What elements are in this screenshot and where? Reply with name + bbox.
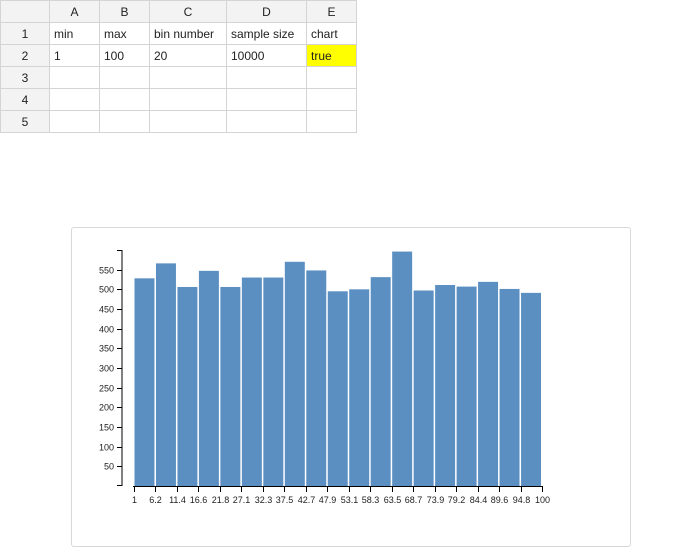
x-tick-label: 63.5 [384, 495, 402, 505]
y-tick-label: 350 [99, 344, 114, 354]
cell-a1[interactable]: min [49, 22, 100, 45]
row-header-4[interactable]: 4 [0, 88, 50, 111]
histogram-bar [306, 270, 327, 486]
cell-b5[interactable] [99, 110, 150, 133]
x-tick-label: 84.4 [470, 495, 488, 505]
cell-b2[interactable]: 100 [99, 44, 150, 67]
cell-c4[interactable] [149, 88, 227, 111]
x-tick-label: 32.3 [255, 495, 273, 505]
x-tick-label: 37.5 [276, 495, 294, 505]
x-tick-label: 47.9 [319, 495, 337, 505]
histogram-bar [499, 288, 520, 486]
histogram-bar [177, 286, 198, 486]
y-tick-label: 100 [99, 443, 114, 453]
x-tick-label: 68.7 [405, 495, 423, 505]
x-tick-label: 27.1 [233, 495, 251, 505]
sheet-row-4: 4 [0, 88, 357, 111]
y-tick-label: 450 [99, 305, 114, 315]
x-tick-label: 6.2 [149, 495, 162, 505]
corner-cell[interactable] [0, 0, 50, 23]
cell-a3[interactable] [49, 66, 100, 89]
histogram-bar [134, 278, 155, 486]
cell-d5[interactable] [226, 110, 307, 133]
y-tick-label: 300 [99, 364, 114, 374]
cell-e5[interactable] [306, 110, 357, 133]
row-header-2[interactable]: 2 [0, 44, 50, 67]
column-header-d[interactable]: D [226, 0, 307, 23]
sheet-row-5: 5 [0, 110, 357, 133]
histogram-bar [349, 289, 370, 486]
histogram-bar [155, 263, 176, 486]
cell-a2[interactable]: 1 [49, 44, 100, 67]
cell-a5[interactable] [49, 110, 100, 133]
y-tick-label: 150 [99, 423, 114, 433]
cell-d1[interactable]: sample size [226, 22, 307, 45]
histogram-bar [413, 290, 434, 486]
cell-c5[interactable] [149, 110, 227, 133]
x-tick-label: 42.7 [298, 495, 316, 505]
sheet-row-2: 2 1 100 20 10000 true [0, 44, 357, 67]
y-tick-label: 50 [104, 462, 114, 472]
spreadsheet-grid: A B C D E 1 min max bin number sample si… [0, 0, 357, 133]
x-tick-label: 89.6 [491, 495, 509, 505]
histogram-bar [284, 261, 305, 486]
x-tick-label: 73.9 [427, 495, 445, 505]
sheet-row-3: 3 [0, 66, 357, 89]
histogram-bar [220, 286, 241, 486]
cell-c1[interactable]: bin number [149, 22, 227, 45]
cell-e4[interactable] [306, 88, 357, 111]
cell-b3[interactable] [99, 66, 150, 89]
cell-e1[interactable]: chart [306, 22, 357, 45]
x-tick-label: 16.6 [190, 495, 208, 505]
histogram-bar [370, 277, 391, 486]
x-tick-label: 100 [535, 495, 550, 505]
histogram-bar [392, 251, 413, 486]
chart-panel: 50 100 150 200 250 300 350 400 450 500 550 1 6.2 11.4… [71, 227, 631, 547]
y-tick-label: 400 [99, 325, 114, 335]
column-header-e[interactable]: E [306, 0, 357, 23]
y-tick-label: 500 [99, 285, 114, 295]
histogram-bar [198, 270, 219, 486]
x-tick-label: 53.1 [341, 495, 359, 505]
histogram-bar [241, 277, 262, 486]
x-tick-label: 21.8 [212, 495, 230, 505]
x-tick-label: 58.3 [362, 495, 380, 505]
cell-b1[interactable]: max [99, 22, 150, 45]
cell-a4[interactable] [49, 88, 100, 111]
column-header-c[interactable]: C [149, 0, 227, 23]
histogram-bar [327, 291, 348, 486]
x-tick-label: 1 [132, 495, 137, 505]
x-tick-label: 79.2 [448, 495, 466, 505]
column-header-row: A B C D E [0, 0, 357, 23]
histogram-bar [435, 285, 456, 486]
x-tick-label: 11.4 [169, 495, 186, 505]
histogram-bar [478, 281, 499, 486]
histogram-chart: 50 100 150 200 250 300 350 400 450 500 550 1 6.2 11.4… [99, 250, 550, 505]
y-tick-label: 250 [99, 384, 114, 394]
x-tick-label: 94.8 [513, 495, 531, 505]
cell-d4[interactable] [226, 88, 307, 111]
histogram-bar [263, 277, 284, 486]
row-header-3[interactable]: 3 [0, 66, 50, 89]
y-tick-label: 200 [99, 403, 114, 413]
column-header-a[interactable]: A [49, 0, 100, 23]
histogram-bar [521, 292, 541, 486]
y-tick-label: 550 [99, 266, 114, 276]
cell-d2[interactable]: 10000 [226, 44, 307, 67]
cell-b4[interactable] [99, 88, 150, 111]
row-header-1[interactable]: 1 [0, 22, 50, 45]
cell-d3[interactable] [226, 66, 307, 89]
cell-c2[interactable]: 20 [149, 44, 227, 67]
sheet-row-1: 1 min max bin number sample size chart [0, 22, 357, 45]
cell-e2[interactable]: true [306, 44, 357, 67]
row-header-5[interactable]: 5 [0, 110, 50, 133]
column-header-b[interactable]: B [99, 0, 150, 23]
histogram-bar [456, 286, 477, 486]
cell-e3[interactable] [306, 66, 357, 89]
cell-c3[interactable] [149, 66, 227, 89]
